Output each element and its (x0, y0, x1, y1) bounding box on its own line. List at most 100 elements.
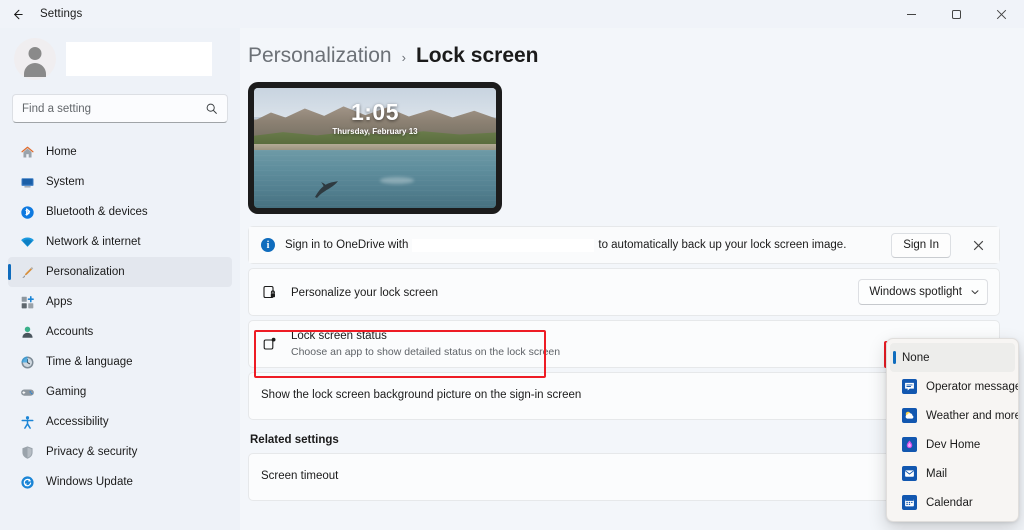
page-title: Lock screen (415, 44, 539, 67)
sidebar-item-home[interactable]: Home (8, 137, 232, 167)
dropdown-option-none[interactable]: None (890, 343, 1015, 372)
dropdown-option-weather-and-more[interactable]: Weather and more (890, 401, 1018, 430)
dropdown-option-label: Calendar (926, 496, 973, 509)
row-title: Lock screen status (291, 329, 387, 342)
banner-text-after: to automatically back up your lock scree… (598, 239, 847, 251)
personalize-lock-icon (261, 284, 278, 301)
system-icon (19, 174, 35, 190)
user-avatar-icon (14, 38, 56, 80)
breadcrumb-parent[interactable]: Personalization (248, 44, 392, 68)
sidebar-item-label: Privacy & security (46, 446, 138, 458)
minimize-icon[interactable] (889, 0, 934, 28)
wallpaper-sea (254, 150, 496, 208)
shield-icon (19, 444, 35, 460)
brush-icon (19, 264, 35, 280)
sidebar-item-label: Windows Update (46, 476, 133, 488)
apps-icon (19, 294, 35, 310)
sidebar-item-apps[interactable]: Apps (8, 287, 232, 317)
sidebar-nav: Home System Bluetooth & devices Network … (8, 135, 232, 530)
sidebar-item-time-language[interactable]: Time & language (8, 347, 232, 377)
dropdown-option-label: Weather and more (926, 409, 1019, 422)
screen-timeout-texts: Screen timeout (261, 469, 988, 485)
row-title: Personalize your lock screen (291, 286, 439, 299)
sidebar-item-label: Gaming (46, 386, 87, 398)
sidebar: Home System (0, 28, 240, 530)
breadcrumb: Personalization › Lock screen (248, 28, 1000, 82)
weather-icon (902, 408, 917, 423)
clock-icon (19, 354, 35, 370)
preview-wallpaper (254, 88, 496, 208)
chevron-down-icon (970, 287, 980, 297)
sidebar-item-label: Apps (46, 296, 73, 308)
sidebar-item-label: Accessibility (46, 416, 109, 428)
row-title: Screen timeout (261, 470, 339, 483)
search-input[interactable] (12, 94, 228, 123)
breadcrumb-separator: › (401, 50, 406, 65)
close-icon[interactable] (979, 0, 1024, 28)
preview-device-frame: 1:05 Thursday, February 13 (248, 82, 502, 214)
banner-close-icon[interactable] (965, 232, 991, 258)
search-field[interactable] (22, 102, 205, 115)
sidebar-item-accounts[interactable]: Accounts (8, 317, 232, 347)
lock-screen-status-dropdown[interactable]: None Operator messages Weather and more (886, 338, 1019, 522)
sidebar-item-label: Network & internet (46, 236, 141, 248)
home-icon (19, 144, 35, 160)
show-background-texts: Show the lock screen background picture … (261, 388, 988, 404)
sidebar-item-privacy-security[interactable]: Privacy & security (8, 437, 232, 467)
calendar-icon (902, 495, 917, 510)
personalize-lock-screen-card[interactable]: Personalize your lock screen Windows spo… (248, 268, 1000, 316)
personalize-lock-screen-row[interactable]: Personalize your lock screen Windows spo… (249, 269, 999, 315)
onedrive-banner: i Sign in to OneDrive with to automatica… (249, 227, 999, 263)
dropdown-option-label: Dev Home (926, 438, 981, 451)
sidebar-item-label: Accounts (46, 326, 94, 338)
lock-screen-preview[interactable]: 1:05 Thursday, February 13 (248, 82, 1000, 226)
dropdown-option-label: Mail (926, 467, 948, 480)
sidebar-item-accessibility[interactable]: Accessibility (8, 407, 232, 437)
dropdown-option-dev-home[interactable]: Dev Home (890, 430, 1015, 459)
personalize-lock-screen-texts: Personalize your lock screen (291, 283, 845, 302)
lock-screen-status-texts: Lock screen status Choose an app to show… (291, 329, 988, 360)
dropdown-option-calendar[interactable]: Calendar (890, 488, 1015, 517)
sidebar-item-bluetooth-devices[interactable]: Bluetooth & devices (8, 197, 232, 227)
dolphin-icon (312, 181, 339, 199)
sidebar-item-label: Home (46, 146, 77, 158)
search-icon (205, 102, 218, 115)
update-icon (19, 474, 35, 490)
mail-icon (902, 466, 917, 481)
sidebar-item-label: Time & language (46, 356, 133, 368)
lock-status-icon (261, 336, 278, 353)
network-icon (19, 234, 35, 250)
sign-in-button[interactable]: Sign In (891, 232, 951, 258)
dropdown-option-label: None (902, 351, 930, 364)
onedrive-banner-card: i Sign in to OneDrive with to automatica… (248, 226, 1000, 264)
sidebar-item-windows-update[interactable]: Windows Update (8, 467, 232, 497)
back-arrow-icon[interactable] (0, 0, 34, 28)
sidebar-item-system[interactable]: System (8, 167, 232, 197)
sidebar-item-label: Personalization (46, 266, 125, 278)
accessibility-icon (19, 414, 35, 430)
row-subtitle: Choose an app to show detailed status on… (291, 346, 561, 359)
info-icon: i (261, 238, 275, 252)
sidebar-item-gaming[interactable]: Gaming (8, 377, 232, 407)
personalize-lock-screen-combo[interactable]: Windows spotlight (858, 279, 988, 305)
sidebar-item-personalization[interactable]: Personalization (8, 257, 232, 287)
accounts-icon (19, 324, 35, 340)
bluetooth-icon (19, 204, 35, 220)
banner-text-before: Sign in to OneDrive with (285, 239, 409, 251)
onedrive-banner-text: Sign in to OneDrive with to automaticall… (285, 238, 881, 252)
sidebar-item-label: System (46, 176, 85, 188)
wallpaper-splash (379, 176, 414, 184)
settings-window: Settings Find a setting Home System Blue… (0, 0, 1024, 530)
title-bar: Settings (0, 0, 1024, 28)
combo-value: Windows spotlight (869, 286, 962, 298)
window-title: Settings (40, 8, 83, 20)
account-block[interactable] (8, 28, 232, 88)
maximize-icon[interactable] (934, 0, 979, 28)
dev-home-icon (902, 437, 917, 452)
window-body: Home System (0, 28, 1024, 530)
sidebar-item-network-internet[interactable]: Network & internet (8, 227, 232, 257)
dropdown-option-mail[interactable]: Mail (890, 459, 1015, 488)
row-title: Show the lock screen background picture … (261, 389, 582, 402)
gamepad-icon (19, 384, 35, 400)
dropdown-option-operator-messages[interactable]: Operator messages (890, 372, 1018, 401)
